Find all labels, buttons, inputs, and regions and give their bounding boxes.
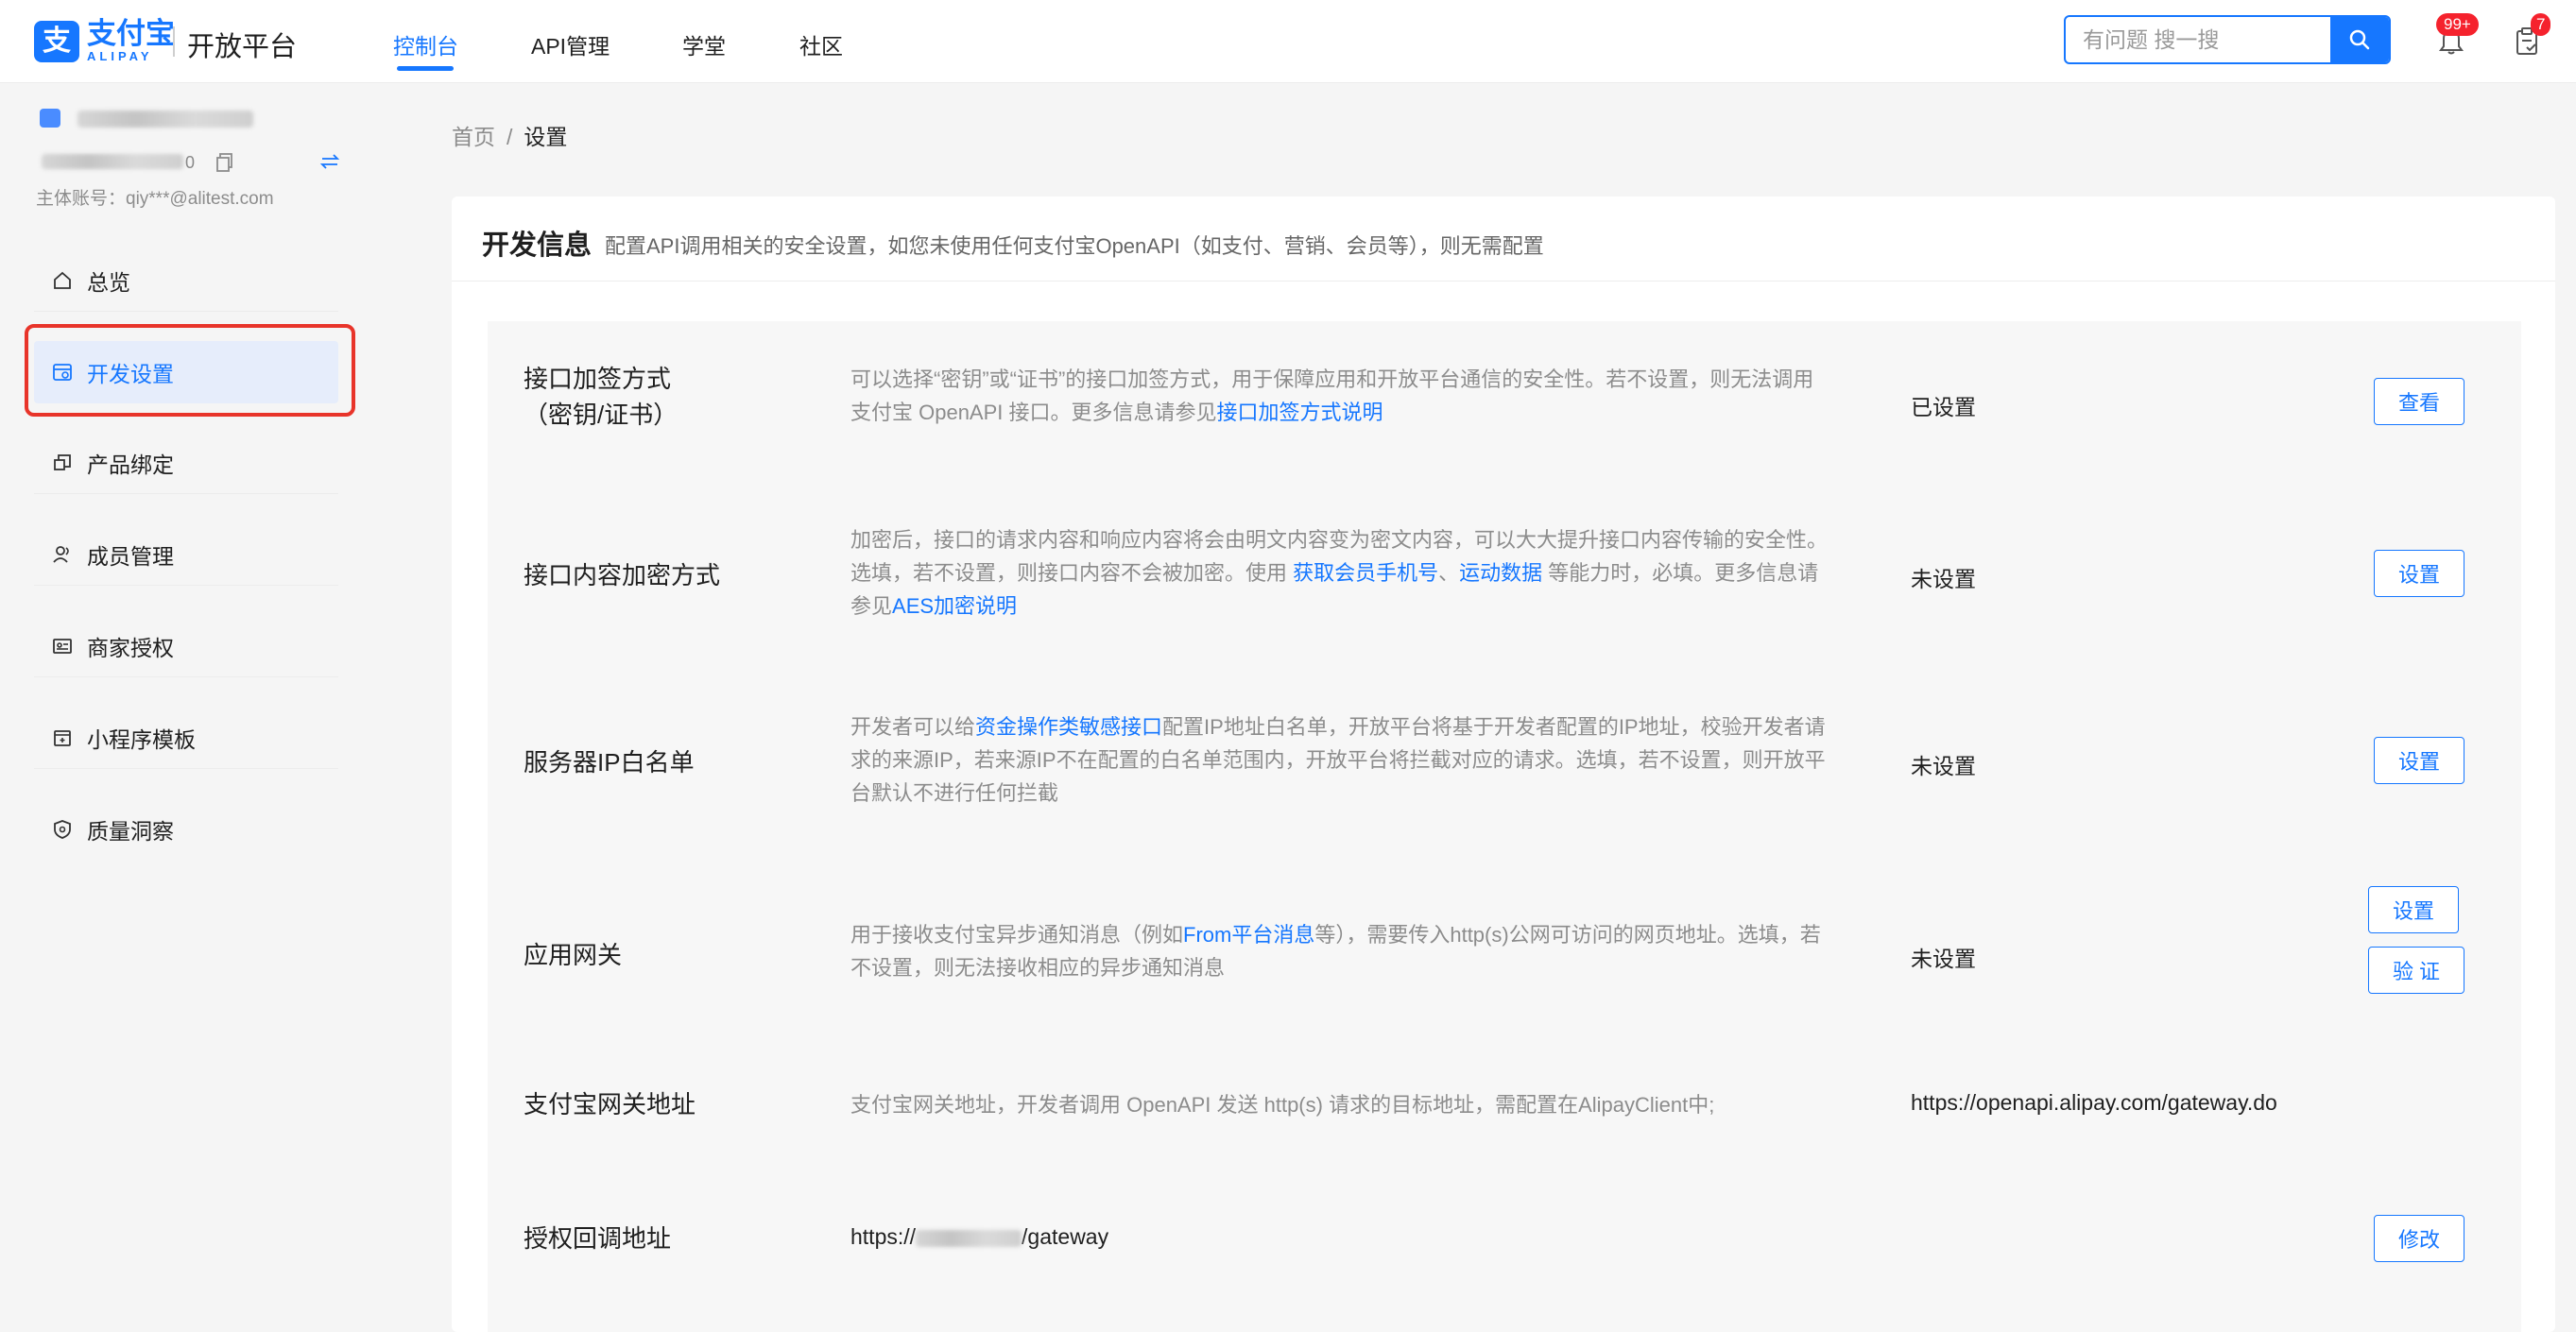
sidebar-item-dev-settings[interactable]: 开发设置 [34, 341, 338, 403]
status-text: 未设置 [1911, 754, 1976, 778]
redacted-app-name [77, 111, 253, 128]
nav-active-indicator [397, 66, 454, 71]
breadcrumb-current: 设置 [524, 125, 568, 149]
sensitive-api-link[interactable]: 资金操作类敏感接口 [975, 715, 1162, 739]
sidebar-item-label: 质量洞察 [87, 819, 174, 844]
notification-badge: 99+ [2436, 13, 2479, 36]
sidebar-item-label: 开发设置 [87, 362, 174, 386]
merchant-auth-icon [51, 635, 74, 657]
sidebar-item-overview[interactable]: 总览 [34, 249, 338, 312]
platform-name[interactable]: 开放平台 [187, 25, 297, 64]
nav-api-management[interactable]: API管理 [531, 28, 610, 60]
row-alipay-gateway: 支付宝网关地址 支付宝网关地址，开发者调用 OpenAPI 发送 http(s)… [488, 1049, 2521, 1181]
callback-url-value: https:// /gateway [850, 1224, 1108, 1250]
card-title: 开发信息 [482, 231, 592, 261]
row-title: 授权回调地址 [524, 1224, 672, 1253]
sidebar-item-quality-insight[interactable]: 质量洞察 [34, 798, 338, 861]
redacted-app-id [42, 154, 183, 169]
row-description: 支付宝网关地址，开发者调用 OpenAPI 发送 http(s) 请求的目标地址… [850, 1093, 1715, 1117]
app-avatar-icon [40, 109, 60, 128]
set-ip-whitelist-button[interactable]: 设置 [2374, 737, 2464, 784]
breadcrumb: 首页 / 设置 [452, 119, 567, 151]
row-title: 接口加签方式 （密钥/证书） [524, 361, 678, 433]
row-title: 应用网关 [524, 941, 623, 969]
row-description: 开发者可以给资金操作类敏感接口配置IP地址白名单，开放平台将基于开发者配置的IP… [850, 710, 1833, 810]
sidebar-item-label: 商家授权 [87, 635, 174, 660]
sidebar-item-label: 成员管理 [87, 543, 174, 569]
product-bind-icon [51, 452, 74, 474]
nav-community[interactable]: 社区 [799, 28, 843, 60]
gateway-url-value: https://openapi.alipay.com/gateway.do [1911, 1090, 2277, 1115]
row-content-encryption: 接口内容加密方式 加密后，接口的请求内容和响应内容将会由明文内容变为密文内容，可… [488, 482, 2521, 671]
search-icon [2349, 29, 2370, 50]
status-text: 已设置 [1911, 395, 1976, 419]
status-text: 未设置 [1911, 947, 1976, 971]
switch-app-icon[interactable] [319, 152, 340, 171]
sidebar-item-label: 总览 [87, 269, 130, 295]
row-desc-sep: 、 [1438, 561, 1460, 585]
aes-doc-link[interactable]: AES加密说明 [892, 594, 1017, 618]
row-auth-callback: 授权回调地址 https:// /gateway 修改 [488, 1181, 2521, 1323]
logo-text[interactable]: 支付宝 [87, 19, 175, 49]
sidebar-item-label: 小程序模板 [87, 726, 196, 752]
alipay-logo-icon[interactable]: 支 [34, 21, 79, 62]
logo-subtext: ALIPAY [87, 49, 153, 63]
todo-badge: 7 [2531, 13, 2551, 36]
row-description: 可以选择“密钥”或“证书”的接口加签方式，用于保障应用和开放平台通信的安全性。若… [850, 363, 1833, 429]
home-icon [51, 269, 74, 292]
sidebar-item-label: 产品绑定 [87, 452, 174, 477]
search-box [2064, 15, 2391, 64]
from-platform-message-link[interactable]: From平台消息 [1183, 923, 1314, 947]
row-title-line2: （密钥/证书） [524, 401, 678, 429]
sports-data-link[interactable]: 运动数据 [1459, 561, 1542, 585]
row-description: 用于接收支付宝异步通知消息（例如From平台消息等），需要传入http(s)公网… [850, 918, 1833, 984]
row-title-line1: 接口加签方式 [524, 365, 672, 393]
set-encryption-button[interactable]: 设置 [2374, 550, 2464, 597]
nav-academy[interactable]: 学堂 [682, 28, 726, 60]
row-sign-method: 接口加签方式 （密钥/证书） 可以选择“密钥”或“证书”的接口加签方式，用于保障… [488, 321, 2521, 482]
nav-console[interactable]: 控制台 [393, 28, 458, 60]
breadcrumb-home[interactable]: 首页 [452, 125, 495, 149]
sidebar-item-members[interactable]: 成员管理 [34, 523, 338, 586]
sign-method-doc-link[interactable]: 接口加签方式说明 [1217, 401, 1383, 424]
row-title: 接口内容加密方式 [524, 561, 721, 589]
miniapp-template-icon [51, 726, 74, 749]
breadcrumb-separator: / [507, 125, 513, 149]
redacted-callback-domain [916, 1229, 1022, 1247]
search-input[interactable] [2066, 17, 2332, 62]
view-button[interactable]: 查看 [2374, 378, 2464, 425]
settings-table: 接口加签方式 （密钥/证书） 可以选择“密钥”或“证书”的接口加签方式，用于保障… [488, 321, 2521, 1332]
app-id-suffix: 0 [185, 153, 196, 172]
sidebar-item-product-binding[interactable]: 产品绑定 [34, 432, 338, 494]
row-title: 服务器IP白名单 [524, 748, 695, 777]
member-phone-link[interactable]: 获取会员手机号 [1293, 561, 1438, 585]
sidebar: 0 主体账号：qiy***@alitest.com 总览 开发设置 产品绑定 成… [0, 84, 359, 1332]
row-description: 加密后，接口的请求内容和响应内容将会由明文内容变为密文内容，可以大大提升接口内容… [850, 523, 1833, 623]
row-app-gateway: 应用网关 用于接收支付宝异步通知消息（例如From平台消息等），需要传入http… [488, 860, 2521, 1049]
sidebar-item-merchant-auth[interactable]: 商家授权 [34, 615, 338, 677]
logo-divider [173, 26, 175, 57]
sidebar-item-miniapp-template[interactable]: 小程序模板 [34, 707, 338, 769]
row-desc-text: 用于接收支付宝异步通知消息（例如 [850, 923, 1184, 947]
callback-url-prefix: https:// [850, 1224, 917, 1249]
search-button[interactable] [2330, 17, 2389, 62]
members-icon [51, 543, 74, 566]
set-gateway-button[interactable]: 设置 [2368, 886, 2459, 933]
dev-info-card: 开发信息 配置API调用相关的安全设置，如您未使用任何支付宝OpenAPI（如支… [452, 196, 2555, 1332]
row-ip-whitelist: 服务器IP白名单 开发者可以给资金操作类敏感接口配置IP地址白名单，开放平台将基… [488, 671, 2521, 860]
card-description: 配置API调用相关的安全设置，如您未使用任何支付宝OpenAPI（如支付、营销、… [605, 234, 1544, 258]
row-desc-text: 开发者可以给 [850, 715, 976, 739]
row-title: 支付宝网关地址 [524, 1090, 696, 1119]
status-text: 未设置 [1911, 567, 1976, 591]
modify-callback-button[interactable]: 修改 [2374, 1215, 2464, 1262]
main-account-label: 主体账号：qiy***@alitest.com [36, 189, 274, 209]
callback-url-suffix: /gateway [1022, 1224, 1109, 1249]
quality-shield-icon [51, 818, 74, 841]
copy-icon[interactable] [215, 152, 234, 173]
dev-settings-icon [51, 361, 74, 384]
card-header: 开发信息 配置API调用相关的安全设置，如您未使用任何支付宝OpenAPI（如支… [452, 196, 2555, 282]
top-header: 支 支付宝 ALIPAY 开放平台 控制台 API管理 学堂 社区 99+ 7 [0, 0, 2576, 83]
verify-gateway-button[interactable]: 验 证 [2368, 947, 2464, 994]
